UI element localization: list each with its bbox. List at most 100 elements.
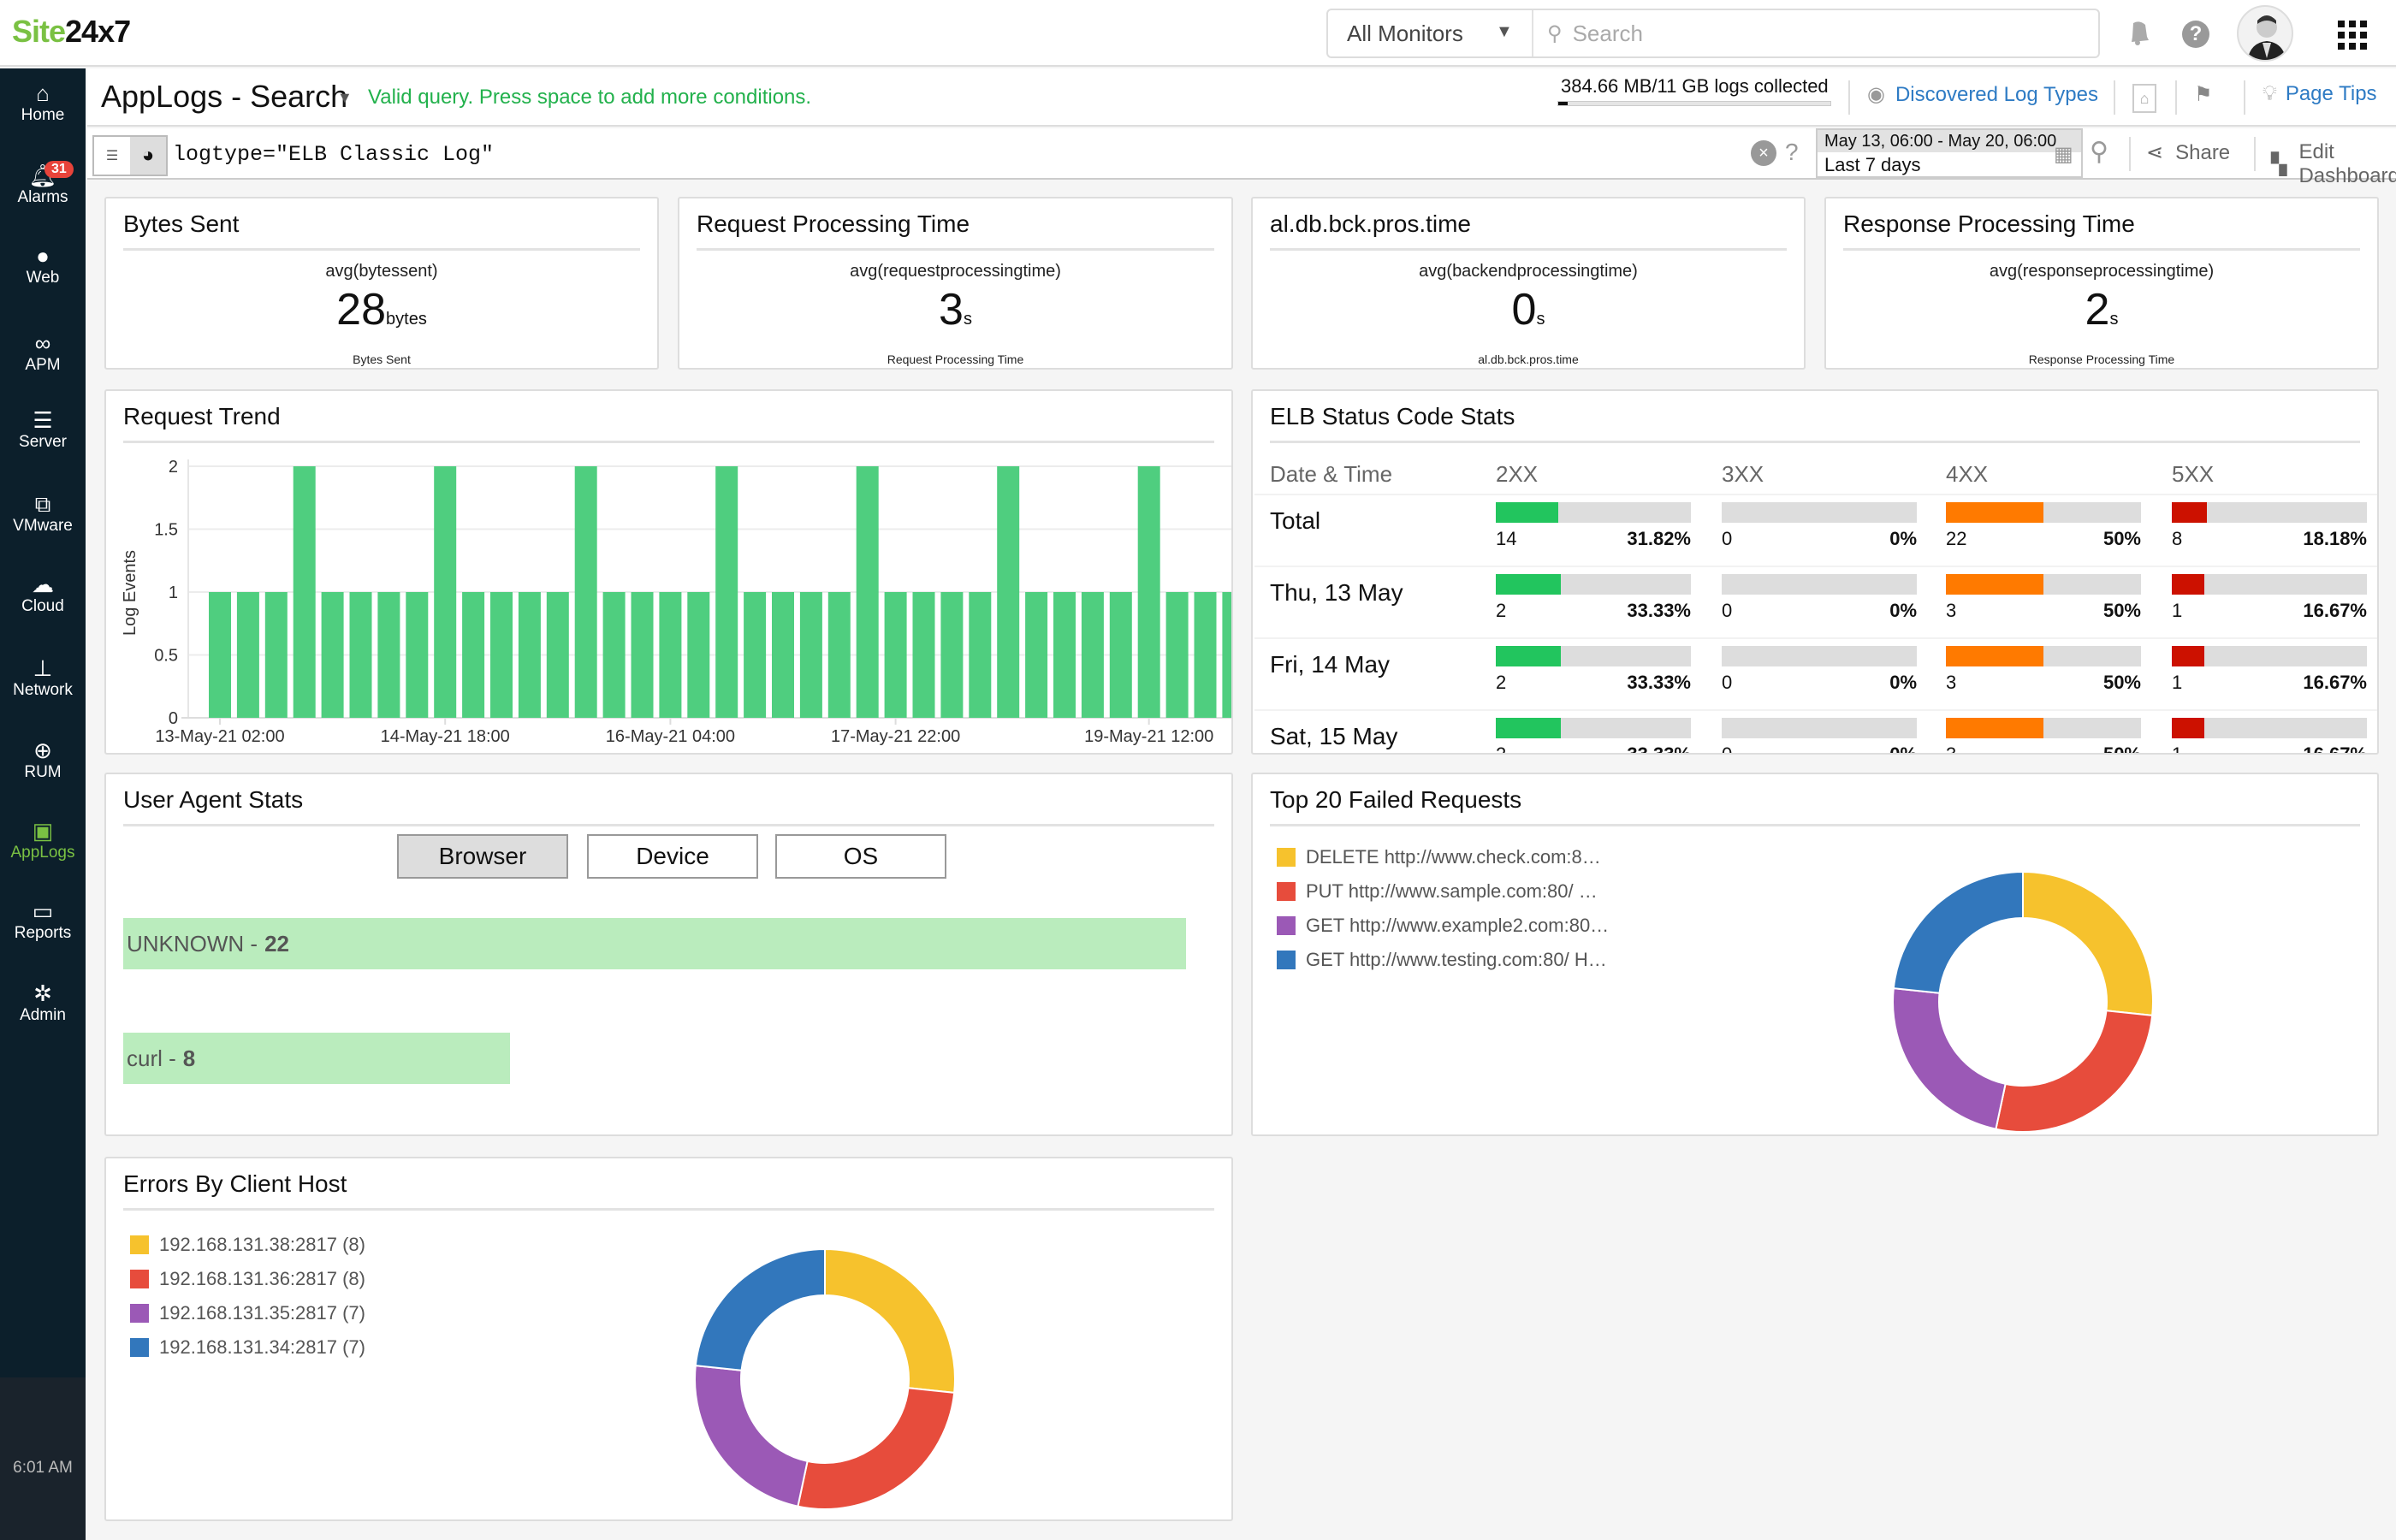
trend-bar[interactable] <box>997 466 1020 718</box>
tab-os[interactable]: OS <box>775 834 946 879</box>
user-agent-bar[interactable]: UNKNOWN -22 <box>123 918 1186 969</box>
trend-bar[interactable] <box>377 592 400 718</box>
legend-item[interactable]: 192.168.131.36:2817 (8) <box>130 1268 365 1290</box>
trend-bar[interactable] <box>1222 592 1231 718</box>
date-range-picker[interactable]: May 13, 06:00 - May 20, 06:00 Last 7 day… <box>1816 128 2083 178</box>
sidebar-item-server[interactable]: ☰ Server <box>0 407 86 452</box>
donut-slice[interactable] <box>824 1247 956 1394</box>
query-input[interactable] <box>173 137 1713 171</box>
sidebar-item-reports[interactable]: ▭ Reports <box>0 898 86 943</box>
trend-bar[interactable] <box>349 592 372 718</box>
trend-bar[interactable] <box>1025 592 1048 718</box>
caret-down-icon[interactable]: ▼ <box>337 89 353 107</box>
monitor-select-value: All Monitors <box>1347 20 1463 46</box>
monitor-type-select[interactable]: All Monitors ▼ <box>1328 10 1533 56</box>
trend-bar[interactable] <box>209 592 231 718</box>
trend-bar[interactable] <box>940 592 964 718</box>
trend-bar[interactable] <box>321 592 344 718</box>
trend-bar[interactable] <box>434 466 457 718</box>
trend-bar[interactable] <box>574 466 597 718</box>
trend-bar[interactable] <box>546 592 569 718</box>
page-tips-link[interactable]: 💡︎ Page Tips <box>2263 82 2377 106</box>
trend-bar[interactable] <box>1053 592 1076 718</box>
legend-item[interactable]: 192.168.131.35:2817 (7) <box>130 1302 365 1324</box>
page-title[interactable]: AppLogs - Search <box>101 79 347 115</box>
trend-bar[interactable] <box>799 592 822 718</box>
trend-bar[interactable] <box>1137 466 1160 718</box>
clear-query-icon[interactable]: × <box>1751 140 1776 166</box>
legend-item[interactable]: PUT http://www.sample.com:80/ … <box>1277 880 1598 903</box>
trend-bar[interactable] <box>969 592 992 718</box>
set-home-icon[interactable]: ⌂ <box>2132 84 2156 113</box>
sidebar-item-alarms[interactable]: 🔔︎ 31 Alarms <box>0 161 86 207</box>
user-agent-bar[interactable]: curl -8 <box>123 1033 510 1084</box>
trend-bar[interactable] <box>687 592 710 718</box>
elb-count: 3 <box>1946 743 1957 755</box>
legend-item[interactable]: 192.168.131.38:2817 (8) <box>130 1234 365 1256</box>
trend-bar[interactable] <box>602 592 626 718</box>
kpi-unit: s <box>963 310 972 329</box>
sidebar-item-network[interactable]: ⊥ Network <box>0 655 86 700</box>
trend-bar[interactable] <box>406 592 429 718</box>
trend-bar[interactable] <box>715 466 738 718</box>
donut-slice[interactable] <box>1892 870 2024 994</box>
legend-item[interactable]: 192.168.131.34:2817 (7) <box>130 1336 365 1359</box>
trend-bar[interactable] <box>912 592 935 718</box>
donut-slice[interactable] <box>2022 870 2154 1016</box>
signpost-icon[interactable]: ⚑ <box>2194 82 2213 107</box>
trend-bar[interactable] <box>659 592 682 718</box>
trend-bar[interactable] <box>631 592 654 718</box>
sidebar-item-applogs[interactable]: ▣ AppLogs <box>0 818 86 862</box>
notification-bell-icon[interactable] <box>2122 15 2156 50</box>
pie-chart-view-icon[interactable]: ◕ <box>130 137 166 175</box>
donut-slice[interactable] <box>694 1247 826 1371</box>
kpi-card-response-processing-time: Response Processing Time avg(responsepro… <box>1824 197 2379 370</box>
trend-bar[interactable] <box>1109 592 1132 718</box>
sidebar-item-vmware[interactable]: ⧉ VMware <box>0 491 86 536</box>
trend-bar[interactable] <box>264 592 288 718</box>
donut-slice[interactable] <box>1892 987 2007 1130</box>
trend-bar[interactable] <box>856 466 879 718</box>
legend-label: GET http://www.testing.com:80/ H… <box>1306 949 1607 970</box>
user-avatar[interactable] <box>2237 5 2293 62</box>
sidebar-item-apm[interactable]: ∞ APM <box>0 330 86 375</box>
legend-item[interactable]: DELETE http://www.check.com:8… <box>1277 846 1601 868</box>
trend-bar[interactable] <box>1165 592 1189 718</box>
discovered-log-types-link[interactable]: ◉ Discovered Log Types <box>1867 82 2098 107</box>
sidebar-item-admin[interactable]: ✲ Admin <box>0 980 86 1025</box>
share-button[interactable]: ⋖ Share <box>2146 140 2230 165</box>
tab-browser[interactable]: Browser <box>397 834 568 879</box>
sidebar-item-cloud[interactable]: ☁ Cloud <box>0 572 86 616</box>
list-view-icon[interactable]: ☰ <box>94 137 130 175</box>
trend-bar[interactable] <box>236 592 259 718</box>
legend-item[interactable]: GET http://www.example2.com:80… <box>1277 915 1609 937</box>
sidebar-item-home[interactable]: ⌂ Home <box>0 80 86 125</box>
trend-bar[interactable] <box>293 466 316 718</box>
trend-bar[interactable] <box>462 592 485 718</box>
trend-bar[interactable] <box>772 592 794 718</box>
kpi-value-wrap: 28bytes <box>106 284 657 335</box>
kpi-unit: s <box>2109 310 2119 329</box>
trend-bar[interactable] <box>744 592 767 718</box>
trend-bar[interactable] <box>518 592 541 718</box>
donut-slice[interactable] <box>797 1387 956 1510</box>
tab-device[interactable]: Device <box>587 834 758 879</box>
trend-bar[interactable] <box>1081 592 1104 718</box>
sidebar-item-rum[interactable]: ⊕ RUM <box>0 737 86 782</box>
search-icon[interactable]: ⚲ <box>2090 137 2108 167</box>
trend-bar[interactable] <box>490 592 513 718</box>
global-search-input[interactable]: ⚲ Search <box>1547 10 1643 56</box>
donut-slice[interactable] <box>694 1365 809 1507</box>
query-help-icon[interactable]: ? <box>1785 139 1799 166</box>
trend-bar[interactable] <box>1194 592 1217 718</box>
elb-table-row: Thu, 13 May 2 33.33% 0 0% 3 50% 1 16.67% <box>1254 566 2377 637</box>
help-icon[interactable]: ? <box>2182 21 2209 48</box>
legend-item[interactable]: GET http://www.testing.com:80/ H… <box>1277 949 1607 971</box>
trend-bar[interactable] <box>827 592 851 718</box>
site24x7-logo[interactable]: Site24x7 <box>12 14 131 50</box>
app-grid-icon[interactable] <box>2338 21 2367 50</box>
donut-slice[interactable] <box>1995 1010 2154 1133</box>
sidebar-item-web[interactable]: ● Web <box>0 243 86 287</box>
edit-dashboard-button[interactable]: ▚ Edit Dashboard <box>2271 140 2396 188</box>
trend-bar[interactable] <box>884 592 907 718</box>
